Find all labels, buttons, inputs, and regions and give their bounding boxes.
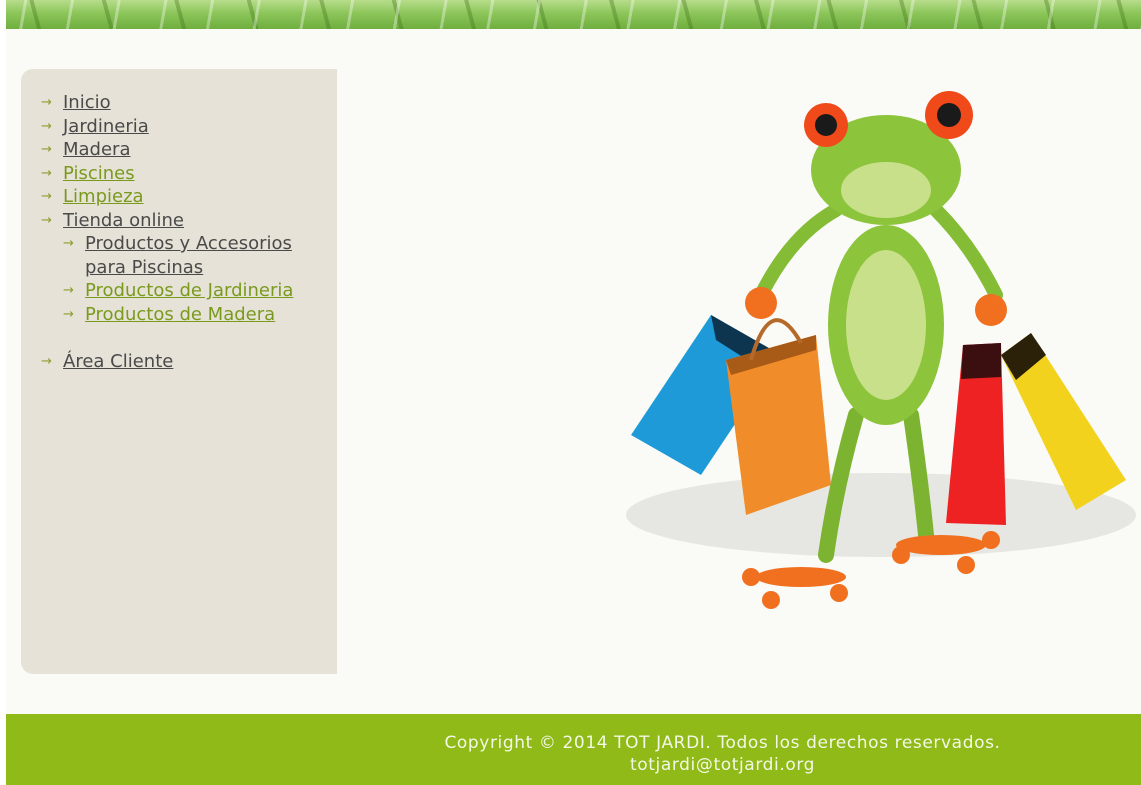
- menu-link-inicio[interactable]: Inicio: [63, 92, 111, 113]
- arrow-right-icon: →: [41, 189, 52, 204]
- red-bag-image: [946, 343, 1006, 525]
- submenu-item-jardineria: → Productos de Jardineria: [63, 279, 331, 303]
- menu-item-area-cliente: → Área Cliente: [41, 350, 331, 374]
- menu-item-jardineria: → Jardineria: [41, 115, 331, 139]
- footer-copyright: Copyright © 2014 TOT JARDI. Todos los de…: [444, 733, 1001, 753]
- menu-link-tienda-online[interactable]: Tienda online: [63, 210, 184, 231]
- menu-item-tienda-online: → Tienda online → Productos y Accesorios…: [41, 209, 331, 327]
- menu-link-madera[interactable]: Madera: [63, 139, 131, 160]
- main-menu: → Inicio → Jardineria → Madera → Piscine…: [41, 91, 331, 374]
- arrow-right-icon: →: [63, 306, 74, 322]
- submenu-tienda: → Productos y Accesorios para Piscinas →…: [63, 232, 331, 326]
- submenu-item-piscinas: → Productos y Accesorios para Piscinas: [63, 232, 331, 279]
- menu-item-madera: → Madera: [41, 138, 331, 162]
- menu-item-limpieza: → Limpieza: [41, 185, 331, 209]
- menu-link-limpieza[interactable]: Limpieza: [63, 186, 144, 207]
- arrow-right-icon: →: [41, 212, 52, 228]
- submenu-link-jardineria[interactable]: Productos de Jardineria: [85, 280, 293, 301]
- arrow-right-icon: →: [63, 236, 74, 251]
- sidebar: → Inicio → Jardineria → Madera → Piscine…: [21, 69, 337, 674]
- page: → Inicio → Jardineria → Madera → Piscine…: [6, 0, 1141, 785]
- menu-item-inicio: → Inicio: [41, 91, 331, 115]
- submenu-link-madera[interactable]: Productos de Madera: [85, 304, 275, 325]
- arrow-right-icon: →: [63, 283, 74, 298]
- footer-email: totjardi@totjardi.org: [629, 755, 816, 775]
- menu-item-piscines: → Piscines: [41, 162, 331, 186]
- frog-shopping-illustration: [626, 91, 1136, 609]
- arrow-right-icon: →: [41, 165, 52, 181]
- arrow-right-icon: →: [41, 354, 52, 369]
- arrow-right-icon: →: [41, 118, 52, 134]
- header-banner-image: [6, 0, 1141, 29]
- menu-link-area-cliente[interactable]: Área Cliente: [63, 351, 173, 372]
- submenu-item-madera: → Productos de Madera: [63, 303, 331, 327]
- menu-link-jardineria[interactable]: Jardineria: [63, 116, 149, 137]
- footer: Copyright © 2014 TOT JARDI. Todos los de…: [6, 714, 1141, 785]
- menu-link-piscines[interactable]: Piscines: [63, 163, 135, 184]
- submenu-link-piscinas[interactable]: Productos y Accesorios para Piscinas: [85, 233, 292, 278]
- arrow-right-icon: →: [41, 142, 52, 157]
- arrow-right-icon: →: [41, 95, 52, 110]
